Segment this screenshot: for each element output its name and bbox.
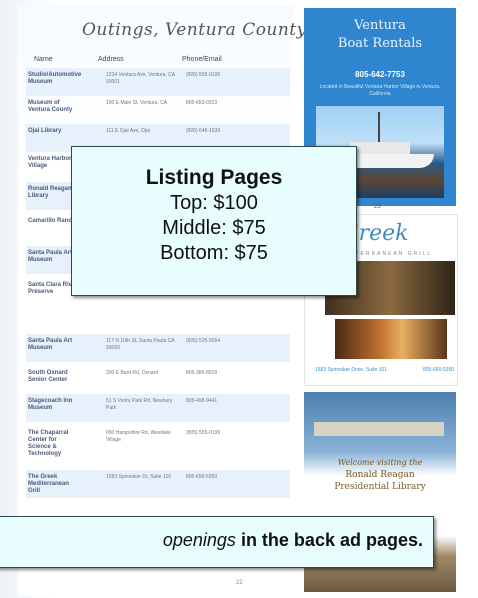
table-row: The Greek Mediterranean Grill 1583 Spinna…: [26, 470, 290, 498]
row-phone: 805-650-5350: [186, 474, 218, 480]
library-ad-line-1: Welcome visiting the: [337, 458, 423, 467]
boat-cabin: [350, 142, 410, 154]
callout-heading: Listing Pages: [145, 166, 283, 189]
row-name: The Chaparral Center for Science & Techn…: [28, 430, 69, 457]
boat-ad-location: Located in Beautiful Ventura Harbor Vill…: [319, 84, 441, 97]
banner-text: openings in the back ad pages.: [163, 530, 423, 551]
library-ad-line-3: Presidential Library: [334, 482, 426, 492]
price-middle: Middle: $75: [162, 217, 266, 239]
boat-ad-title-2: Boat Rentals: [337, 36, 423, 51]
boat-ad-phone: 805-642-7753: [355, 70, 405, 79]
row-name: Ojai Library: [28, 128, 62, 134]
ad-page-number: 23: [374, 204, 381, 210]
row-name: Stagecoach Inn Museum: [28, 398, 73, 411]
table-row: The Chaparral Center for Science & Techn…: [26, 426, 290, 457]
row-phone: (805) 555-0100: [186, 72, 221, 78]
row-address: 117 N 10th St, Santa Paula CA 93060: [106, 338, 175, 351]
row-name: Studio/Automotive Museum: [28, 72, 82, 85]
banner-bold: in the back ad pages.: [235, 530, 423, 550]
table-row: Santa Paula Art Museum 117 N 10th St, San…: [26, 334, 290, 362]
row-phone: (805) 555-0199: [186, 430, 221, 436]
ad-openings-banner: openings in the back ad pages.: [0, 516, 434, 568]
price-top: Top: $100: [170, 192, 258, 214]
column-header-phone: Phone/Email: [182, 56, 222, 63]
table-row: Stagecoach Inn Museum 51 S Ventu Park Rd,…: [26, 394, 290, 422]
row-address: 1583 Spinnaker Dr, Suite 101: [106, 474, 172, 480]
row-phone: (805) 525-5554: [186, 338, 221, 344]
row-address: 111 E Ojai Ave, Ojai: [106, 128, 150, 134]
row-phone: (805) 646-1639: [186, 128, 221, 134]
row-name: The Greek Mediterranean Grill: [28, 474, 70, 494]
column-header-name: Name: [34, 56, 53, 63]
row-phone: 805-653-0323: [186, 100, 218, 106]
column-header-address: Address: [98, 56, 124, 63]
row-address: 51 S Ventu Park Rd, Newbury Park: [106, 398, 173, 411]
row-name: South Oxnard Senior Center: [28, 370, 68, 383]
table-row: South Oxnard Senior Center 200 E Bard Rd,…: [26, 366, 290, 394]
row-address: 1234 Ventura Ave, Ventura, CA 93001: [106, 72, 175, 85]
row-address: 100 E Main St, Ventura, CA: [106, 100, 168, 106]
table-row: Museum of Ventura County 100 E Main St, V…: [26, 96, 290, 124]
library-ad-line-2: Ronald Reagan: [345, 470, 415, 480]
boat-mast: [378, 112, 380, 142]
row-phone: 805-498-9441: [186, 398, 218, 404]
row-name: Museum of Ventura County: [28, 100, 73, 113]
cocktails-photo: [335, 319, 447, 359]
banner-italic: openings: [162, 530, 236, 550]
price-bottom: Bottom: $75: [160, 242, 268, 264]
row-address: 200 E Bard Rd, Oxnard: [106, 370, 158, 376]
row-name: Santa Paula Art Museum: [28, 338, 73, 351]
greek-address: 1583 Spinnaker Drive, Suite 101: [315, 367, 387, 373]
table-row: Studio/Automotive Museum 1234 Ventura Ave…: [26, 68, 290, 96]
row-phone: 805-385-8019: [186, 370, 218, 376]
page-number: 22: [236, 580, 243, 586]
boat-ad-title-1: Ventura: [354, 18, 406, 33]
directory-title: Outings, Ventura County: [82, 20, 307, 40]
library-building-photo: [314, 422, 444, 436]
row-address: 650 Hampshire Rd, Westlake Village: [106, 430, 171, 443]
pricing-callout: Listing Pages Top: $100 Middle: $75 Bott…: [71, 146, 357, 296]
greek-phone: 805-650-5350: [423, 367, 455, 373]
